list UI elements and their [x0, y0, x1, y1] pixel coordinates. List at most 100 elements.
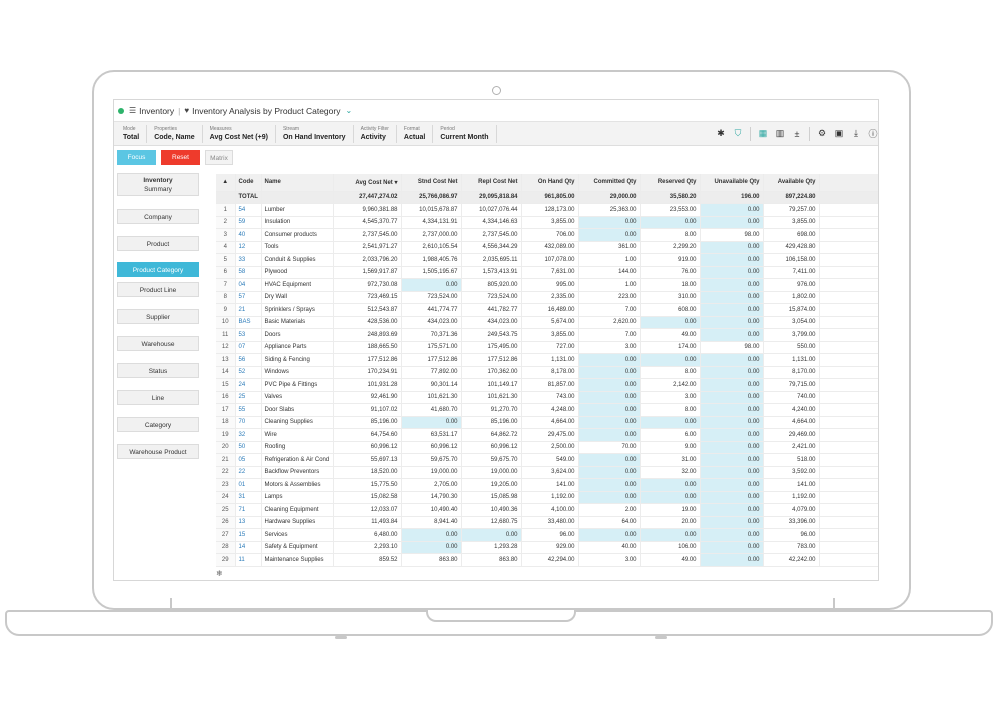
- row-code-link[interactable]: 01: [235, 478, 262, 492]
- sidebar-item-product-category[interactable]: Product Category: [117, 262, 199, 277]
- column-header[interactable]: Unavailable Qty: [700, 174, 764, 192]
- column-header[interactable]: Name: [261, 174, 334, 192]
- toolbar-group-stream[interactable]: Stream On Hand Inventory: [276, 124, 354, 143]
- column-header[interactable]: Reserved Qty: [640, 174, 701, 192]
- toolbar-group-mode[interactable]: Mode Total: [114, 124, 148, 143]
- matrix-button[interactable]: Matrix: [205, 150, 233, 165]
- row-code-link[interactable]: 11: [235, 553, 262, 567]
- add-icon[interactable]: ±: [792, 129, 802, 139]
- table-row[interactable]: 23 01 Motors & Assemblies 15,775.50 2,705.00…: [216, 478, 878, 492]
- row-code-link[interactable]: 56: [235, 353, 262, 367]
- row-code-link[interactable]: 13: [235, 516, 262, 529]
- table-row[interactable]: 8 57 Dry Wall 723,469.15 723,524.00 723,524.0…: [216, 291, 878, 304]
- column-header[interactable]: On Hand Qty: [521, 174, 579, 192]
- sidebar-item-inventory-summary[interactable]: Inventory Summary: [117, 173, 199, 196]
- chevron-down-icon[interactable]: ⌄: [345, 106, 352, 115]
- row-code-link[interactable]: 50: [235, 441, 262, 454]
- sidebar-item-product-line[interactable]: Product Line: [117, 282, 199, 297]
- lock-icon[interactable]: ▣: [834, 128, 844, 139]
- column-header[interactable]: Avg Cost Net ▾: [333, 174, 402, 192]
- row-code-link[interactable]: 21: [235, 303, 262, 317]
- table-row[interactable]: 22 22 Backflow Preventors 18,520.00 19,000.0…: [216, 466, 878, 479]
- download-icon[interactable]: ⤓: [851, 128, 861, 139]
- row-code-link[interactable]: 14: [235, 541, 262, 554]
- row-code-link[interactable]: 07: [235, 341, 262, 354]
- row-code-link[interactable]: 70: [235, 416, 262, 429]
- sidebar-item-line[interactable]: Line: [117, 390, 199, 405]
- table-row[interactable]: 4 12 Tools 2,541,971.27 2,610,105.54 4,556,34…: [216, 241, 878, 254]
- row-code-link[interactable]: 04: [235, 278, 262, 292]
- table-row[interactable]: 18 70 Cleaning Supplies 85,196.00 0.00 85,196…: [216, 416, 878, 429]
- table-row[interactable]: 3 40 Consumer products 2,737,545.00 2,737,00…: [216, 228, 878, 242]
- toolbar-group-period[interactable]: Period Current Month: [433, 124, 497, 143]
- row-code-link[interactable]: BAS: [235, 316, 262, 329]
- row-code-link[interactable]: 24: [235, 378, 262, 392]
- reset-button[interactable]: Reset: [161, 150, 200, 165]
- row-code-link[interactable]: 33: [235, 253, 262, 267]
- table-row[interactable]: 21 05 Refrigeration & Air Cond 55,697.13 59,…: [216, 453, 878, 467]
- toolbar-group-activity-filter[interactable]: Activity Filter Activity: [354, 124, 397, 143]
- table-row[interactable]: 1 54 Lumber 9,960,381.88 10,015,678.87 10,027…: [216, 203, 878, 217]
- row-code-link[interactable]: 32: [235, 428, 262, 442]
- table-row[interactable]: 10 BAS Basic Materials 428,536.00 434,023.00…: [216, 316, 878, 329]
- table-row[interactable]: 24 31 Lamps 15,082.58 14,790.30 15,085.98 1,19…: [216, 491, 878, 504]
- table-row[interactable]: 25 71 Cleaning Equipment 12,033.07 10,490.40…: [216, 503, 878, 517]
- row-code-link[interactable]: 15: [235, 528, 262, 542]
- table-row[interactable]: 29 11 Maintenance Supplies 859.52 863.80 863.…: [216, 553, 878, 567]
- table-row[interactable]: 12 07 Appliance Parts 188,665.50 175,571.00 1…: [216, 341, 878, 354]
- table-row[interactable]: 27 15 Services 6,480.00 0.00 0.00 96.00 0.00 0.0…: [216, 528, 878, 542]
- column-header[interactable]: Code: [235, 174, 262, 192]
- column-header[interactable]: Avg Cost: [819, 174, 878, 192]
- table-row[interactable]: 28 14 Safety & Equipment 2,293.10 0.00 1,293.…: [216, 541, 878, 554]
- row-code-link[interactable]: 58: [235, 266, 262, 279]
- row-code-link[interactable]: 40: [235, 228, 262, 242]
- sidebar-item-warehouse[interactable]: Warehouse: [117, 336, 199, 351]
- table-row[interactable]: 6 58 Plywood 1,569,917.87 1,505,195.67 1,573,…: [216, 266, 878, 279]
- row-code-link[interactable]: 55: [235, 403, 262, 417]
- row-code-link[interactable]: 52: [235, 366, 262, 379]
- sidebar-item-status[interactable]: Status: [117, 363, 199, 378]
- table-row[interactable]: 9 21 Sprinklers / Sprays 512,543.87 441,774.…: [216, 303, 878, 317]
- info-icon[interactable]: ⓘ: [868, 127, 878, 140]
- sort-icon[interactable]: ▲: [216, 174, 236, 192]
- column-header[interactable]: Available Qty: [763, 174, 820, 192]
- table-row[interactable]: 14 52 Windows 170,234.91 77,892.00 170,362.00…: [216, 366, 878, 379]
- sidebar-item-supplier[interactable]: Supplier: [117, 309, 199, 324]
- table-row[interactable]: 17 55 Door Slabs 91,107.02 41,680.70 91,270.7…: [216, 403, 878, 417]
- bug-icon[interactable]: ✱: [716, 128, 726, 139]
- row-code-link[interactable]: 05: [235, 453, 262, 467]
- row-code-link[interactable]: 54: [235, 203, 262, 217]
- heart-icon[interactable]: ♥: [184, 106, 189, 115]
- table-row[interactable]: 26 13 Hardware Supplies 11,493.84 8,941.40 12…: [216, 516, 878, 529]
- table-row[interactable]: 2 59 Insulation 4,545,370.77 4,334,131.91 4,3…: [216, 216, 878, 229]
- sidebar-item-warehouse-product[interactable]: Warehouse Product: [117, 444, 199, 459]
- table-row[interactable]: 7 04 HVAC Equipment 972,730.08 0.00 805,920.0…: [216, 278, 878, 292]
- row-code-link[interactable]: 22: [235, 466, 262, 479]
- chart-icon[interactable]: ▥: [775, 128, 785, 139]
- table-row[interactable]: 20 50 Roofing 60,996.12 60,996.12 60,996.12 2,…: [216, 441, 878, 454]
- row-code-link[interactable]: 57: [235, 291, 262, 304]
- row-code-link[interactable]: 31: [235, 491, 262, 504]
- row-code-link[interactable]: 25: [235, 391, 262, 404]
- toolbar-group-properties[interactable]: Properties Code, Name: [147, 124, 203, 143]
- row-code-link[interactable]: 71: [235, 503, 262, 517]
- table-row[interactable]: 19 32 Wire 64,754.60 63,531.17 64,862.72 29,47…: [216, 428, 878, 442]
- sidebar-item-category[interactable]: Category: [117, 417, 199, 432]
- paint-icon[interactable]: ⛉: [733, 128, 743, 139]
- table-row[interactable]: 15 24 PVC Pipe & Fittings 101,931.28 90,301.…: [216, 378, 878, 392]
- table-row[interactable]: 5 33 Conduit & Supplies 2,033,796.20 1,988,4…: [216, 253, 878, 267]
- table-row[interactable]: 16 25 Valves 92,461.90 101,621.30 101,621.30 7…: [216, 391, 878, 404]
- sidebar-item-company[interactable]: Company: [117, 209, 199, 224]
- row-code-link[interactable]: 59: [235, 216, 262, 229]
- table-row[interactable]: 13 56 Siding & Fencing 177,512.86 177,512.86…: [216, 353, 878, 367]
- breadcrumb-app[interactable]: Inventory: [139, 106, 174, 116]
- sidebar-item-product[interactable]: Product: [117, 236, 199, 251]
- snowflake-icon[interactable]: ❄: [216, 569, 223, 578]
- table-row[interactable]: 11 53 Doors 248,893.69 70,371.36 249,543.75 3,…: [216, 328, 878, 342]
- toolbar-group-measures[interactable]: Measures Avg Cost Net (+9): [203, 124, 276, 143]
- focus-button[interactable]: Focus: [117, 150, 156, 165]
- column-header[interactable]: Stnd Cost Net: [401, 174, 462, 192]
- row-code-link[interactable]: 53: [235, 328, 262, 342]
- column-header[interactable]: Repl Cost Net: [461, 174, 522, 192]
- grid-icon[interactable]: ▦: [758, 128, 768, 139]
